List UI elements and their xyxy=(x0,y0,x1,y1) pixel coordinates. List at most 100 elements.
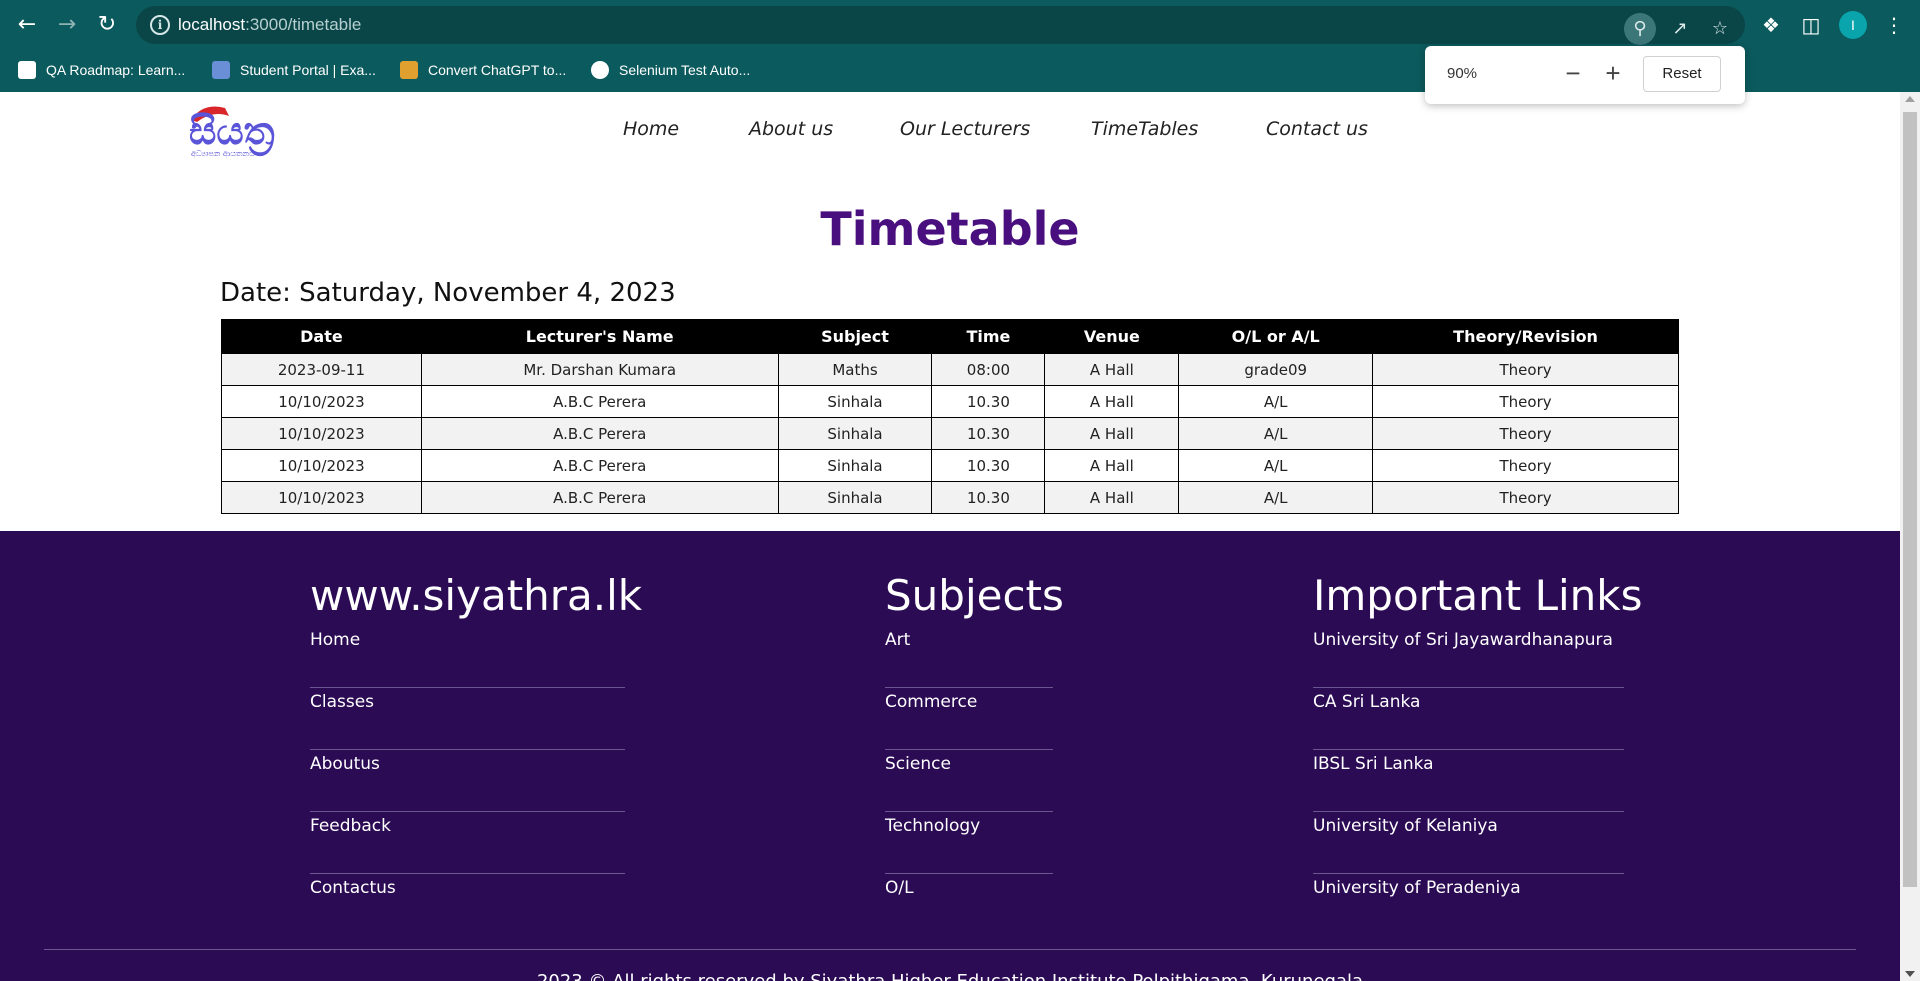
table-cell: A/L xyxy=(1178,449,1374,482)
back-arrow-icon[interactable]: ← xyxy=(14,12,40,38)
table-row: 10/10/2023 A.B.C Perera Sinhala 10.30 A … xyxy=(221,417,1679,450)
table-cell: 10/10/2023 xyxy=(221,385,422,418)
copyright-text: 2023 © All rights reserved by Siyathra H… xyxy=(0,971,1900,981)
table-cell: Theory xyxy=(1372,449,1679,482)
address-bar[interactable]: i localhost:3000/timetable ⚲ ↗ ☆ xyxy=(136,6,1745,45)
footer-link-label: Home xyxy=(310,630,361,650)
page-scrollbar[interactable] xyxy=(1900,92,1920,981)
footer-site-title: www.siyathra.lk xyxy=(310,571,643,620)
table-cell: A Hall xyxy=(1044,417,1180,450)
table-cell: Mr. Darshan Kumara xyxy=(420,353,779,386)
table-header-row: Date Lecturer's Name Subject Time Venue … xyxy=(221,319,1679,354)
footer-link-label: Art xyxy=(885,630,911,650)
footer-link[interactable]: Science xyxy=(885,750,1053,812)
column-header: Lecturer's Name xyxy=(420,319,779,354)
site-footer: www.siyathra.lk Home Classes Aboutus Fee… xyxy=(0,531,1900,981)
table-cell: 10/10/2023 xyxy=(221,481,422,514)
table-row: 2023-09-11 Mr. Darshan Kumara Maths 08:0… xyxy=(221,353,1679,386)
table-cell: 10.30 xyxy=(931,449,1046,482)
url-text[interactable]: localhost:3000/timetable xyxy=(178,15,361,35)
footer-subjects-column: Subjects Art Commerce Science Technology… xyxy=(885,571,1064,936)
footer-link[interactable]: Home xyxy=(310,626,625,688)
column-header: Subject xyxy=(777,319,933,354)
student-portal-favicon-icon xyxy=(212,61,230,79)
nav-our-lecturers[interactable]: Our Lecturers xyxy=(900,118,1030,140)
scroll-down-arrow-icon[interactable] xyxy=(1905,971,1915,977)
footer-link[interactable]: Feedback xyxy=(310,812,625,874)
footer-link[interactable]: Aboutus xyxy=(310,750,625,812)
menu-kebab-icon[interactable]: ⋮ xyxy=(1879,10,1909,40)
footer-link-label: University of Kelaniya xyxy=(1313,816,1498,836)
table-cell: A Hall xyxy=(1044,353,1180,386)
column-header: Venue xyxy=(1044,319,1180,354)
siyathra-logo[interactable]: සියත්‍ර අධ්‍යාපන ආයතනය xyxy=(183,98,313,160)
bookmark-item[interactable]: Convert ChatGPT to... xyxy=(400,58,566,82)
profile-avatar[interactable]: I xyxy=(1839,11,1867,39)
footer-link-label: IBSL Sri Lanka xyxy=(1313,754,1434,774)
footer-link-label: Commerce xyxy=(885,692,978,712)
side-panel-icon[interactable]: ◫ xyxy=(1796,10,1826,40)
page-title: Timetable xyxy=(820,202,1080,256)
footer-link[interactable]: University of Sri Jayawardhanapura xyxy=(1313,626,1624,688)
footer-important-title: Important Links xyxy=(1313,571,1643,620)
table-cell: A.B.C Perera xyxy=(420,449,779,482)
footer-link[interactable]: CA Sri Lanka xyxy=(1313,688,1624,750)
footer-divider xyxy=(44,949,1856,950)
footer-link-label: Science xyxy=(885,754,951,774)
bookmark-item[interactable]: Selenium Test Auto... xyxy=(591,58,750,82)
footer-link[interactable]: University of Peradeniya xyxy=(1313,874,1624,936)
nav-home[interactable]: Home xyxy=(623,118,679,140)
bookmark-label: QA Roadmap: Learn... xyxy=(46,62,186,78)
column-header: Theory/Revision xyxy=(1372,319,1679,354)
footer-site-column: www.siyathra.lk Home Classes Aboutus Fee… xyxy=(310,571,643,936)
zoom-in-button[interactable]: + xyxy=(1597,58,1629,90)
scrollbar-thumb[interactable] xyxy=(1903,112,1917,887)
footer-link-label: O/L xyxy=(885,878,914,898)
scroll-up-arrow-icon[interactable] xyxy=(1905,96,1915,102)
footer-link[interactable]: Classes xyxy=(310,688,625,750)
table-cell: Maths xyxy=(777,353,933,386)
zoom-reset-button[interactable]: Reset xyxy=(1643,56,1721,92)
nav-about-us[interactable]: About us xyxy=(749,118,833,140)
nav-contact-us[interactable]: Contact us xyxy=(1266,118,1368,140)
bookmark-item[interactable]: QA Roadmap: Learn... xyxy=(18,58,185,82)
footer-link[interactable]: Commerce xyxy=(885,688,1053,750)
column-header: Time xyxy=(931,319,1046,354)
browser-toolbar: ← → ↻ i localhost:3000/timetable ⚲ ↗ ☆ ❖… xyxy=(0,0,1920,50)
table-cell: Theory xyxy=(1372,385,1679,418)
site-info-icon[interactable]: i xyxy=(150,15,170,35)
table-cell: Theory xyxy=(1372,353,1679,386)
footer-link[interactable]: Art xyxy=(885,626,1053,688)
nav-timetables[interactable]: TimeTables xyxy=(1091,118,1198,140)
table-cell: A.B.C Perera xyxy=(420,417,779,450)
table-cell: A/L xyxy=(1178,481,1374,514)
table-cell: 08:00 xyxy=(931,353,1046,386)
bookmark-star-icon[interactable]: ☆ xyxy=(1704,13,1736,45)
forward-arrow-icon[interactable]: → xyxy=(54,12,80,38)
table-cell: Sinhala xyxy=(777,449,933,482)
zoom-out-button[interactable]: − xyxy=(1557,58,1589,90)
footer-link-label: Aboutus xyxy=(310,754,380,774)
table-cell: A Hall xyxy=(1044,481,1180,514)
table-cell: A Hall xyxy=(1044,385,1180,418)
footer-link[interactable]: Technology xyxy=(885,812,1053,874)
footer-link[interactable]: IBSL Sri Lanka xyxy=(1313,750,1624,812)
footer-link[interactable]: Contactus xyxy=(310,874,625,936)
footer-link-label: University of Peradeniya xyxy=(1313,878,1521,898)
footer-link-label: Contactus xyxy=(310,878,396,898)
table-cell: Sinhala xyxy=(777,385,933,418)
table-cell: Sinhala xyxy=(777,417,933,450)
extensions-puzzle-icon[interactable]: ❖ xyxy=(1756,10,1786,40)
bookmark-item[interactable]: Student Portal | Exa... xyxy=(212,58,376,82)
share-icon[interactable]: ↗ xyxy=(1664,13,1696,45)
url-path: :3000/timetable xyxy=(245,15,362,34)
table-cell: A/L xyxy=(1178,417,1374,450)
column-header: Date xyxy=(221,319,422,354)
footer-link-label: Technology xyxy=(885,816,981,836)
footer-link[interactable]: O/L xyxy=(885,874,1053,936)
reload-icon[interactable]: ↻ xyxy=(94,12,120,38)
zoom-icon[interactable]: ⚲ xyxy=(1624,13,1656,45)
footer-link[interactable]: University of Kelaniya xyxy=(1313,812,1624,874)
footer-link-label: Classes xyxy=(310,692,375,712)
page-content: සියත්‍ර අධ්‍යාපන ආයතනය Home About us Our… xyxy=(0,92,1900,981)
